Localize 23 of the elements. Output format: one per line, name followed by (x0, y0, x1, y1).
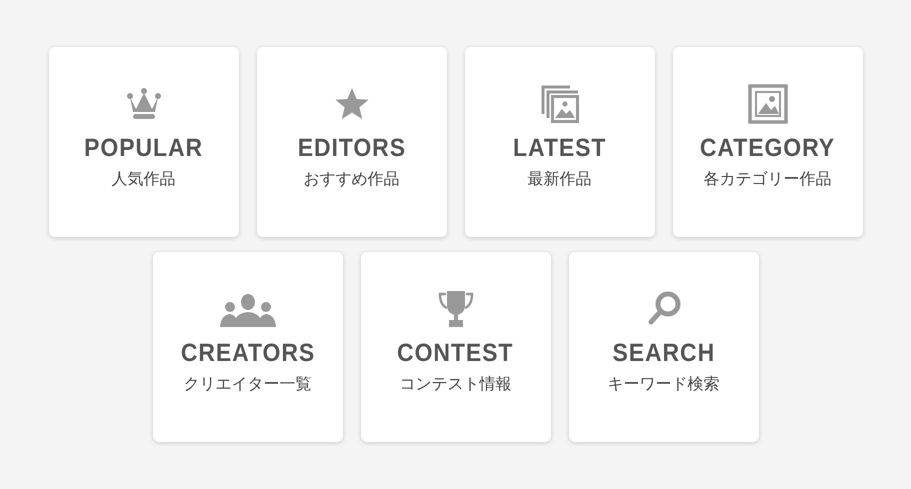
menu-tile[interactable]: CREATORS クリエイター一覧 (152, 252, 342, 442)
menu-tile[interactable]: LATEST 最新作品 (464, 47, 654, 237)
tile-subtitle: コンテスト情報 (400, 376, 512, 392)
tile-title: CONTEST (397, 341, 514, 366)
menu-tile[interactable]: CONTEST コンテスト情報 (360, 252, 550, 442)
menu-tile[interactable]: CATEGORY 各カテゴリー作品 (672, 47, 862, 237)
tile-subtitle: 最新作品 (528, 171, 592, 187)
tile-subtitle: おすすめ作品 (304, 171, 400, 187)
image-icon (748, 84, 788, 124)
tile-subtitle: クリエイター一覧 (184, 376, 312, 392)
tile-subtitle: 各カテゴリー作品 (704, 171, 832, 187)
tile-title: EDITORS (297, 136, 406, 161)
menu-tile[interactable]: EDITORS おすすめ作品 (256, 47, 446, 237)
tile-title: CATEGORY (700, 136, 836, 161)
images-icon (540, 84, 580, 124)
tile-subtitle: キーワード検索 (608, 376, 720, 392)
tile-title: POPULAR (84, 136, 203, 161)
menu-tile[interactable]: POPULAR 人気作品 (48, 47, 238, 237)
tile-title: CREATORS (180, 341, 315, 366)
tile-title: LATEST (512, 136, 606, 161)
menu-tile[interactable]: SEARCH キーワード検索 (568, 252, 758, 442)
tile-subtitle: 人気作品 (112, 171, 176, 187)
tile-title: SEARCH (612, 341, 715, 366)
